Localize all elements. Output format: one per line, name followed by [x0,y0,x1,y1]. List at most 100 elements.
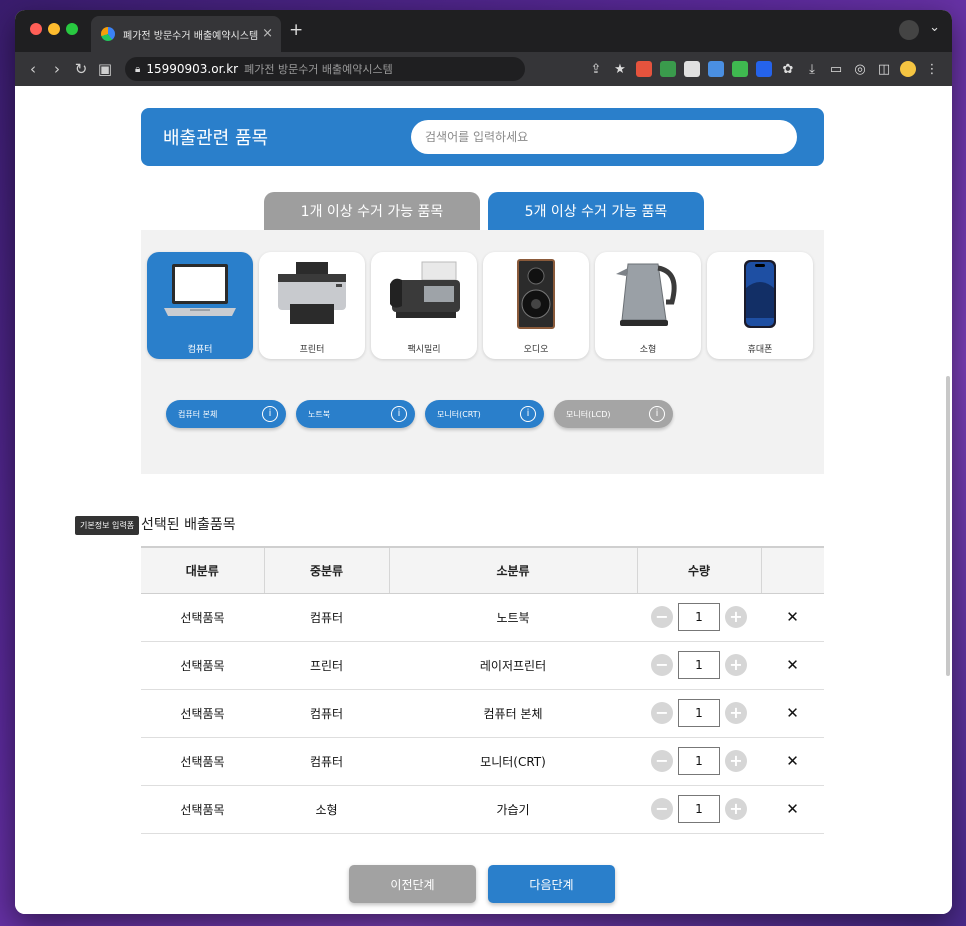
extension-icon[interactable] [660,61,676,77]
extensions-puzzle-icon[interactable]: ✿ [780,62,796,77]
plus-button[interactable]: + [725,750,747,772]
prev-step-button[interactable]: 이전단계 [349,865,476,903]
minus-button[interactable]: − [651,798,673,820]
minus-button[interactable]: − [651,702,673,724]
tab-1-plus[interactable]: 1개 이상 수거 가능 품목 [264,192,480,230]
info-icon[interactable]: i [649,406,665,422]
chevron-down-icon[interactable]: ⌄ [929,20,940,40]
sub-item-monitor-crt[interactable]: 모니터(CRT) i [425,400,544,428]
bookmark-star-icon[interactable]: ★ [612,62,628,77]
minus-button[interactable]: − [651,654,673,676]
new-tab-button[interactable]: + [289,20,303,40]
extension-icon[interactable] [756,61,772,77]
remove-icon[interactable]: ✕ [786,608,799,626]
selected-items-table: 대분류 중분류 소분류 수량 선택품목 컴퓨터 노트북 − + [141,546,824,834]
cell-subcategory: 컴퓨터 [264,689,389,738]
maximize-window-button[interactable] [66,23,78,35]
fax-icon [390,261,460,318]
cell-subcategory: 프린터 [264,641,389,690]
quantity-input[interactable] [678,747,720,775]
cell-subcategory: 소형 [264,785,389,834]
minus-button[interactable]: − [651,750,673,772]
extension-icon[interactable] [636,61,652,77]
notion-icon[interactable]: ▣ [93,60,117,78]
cell-category: 선택품목 [141,641,264,690]
speaker-icon [517,259,555,329]
plus-button[interactable]: + [725,798,747,820]
plus-button[interactable]: + [725,654,747,676]
profile-avatar[interactable] [899,20,920,40]
header-category: 대분류 [141,546,265,594]
quantity-input[interactable] [678,651,720,679]
back-icon[interactable]: ‹ [21,60,45,78]
item-phone[interactable]: 휴대폰 [707,252,813,359]
extension-icon[interactable] [708,61,724,77]
cell-subcategory: 컴퓨터 [264,593,389,642]
remove-icon[interactable]: ✕ [786,752,799,770]
item-small[interactable]: 소형 [595,252,701,359]
extension-icon[interactable] [732,61,748,77]
info-icon[interactable]: i [520,406,536,422]
sub-item-notebook[interactable]: 노트북 i [296,400,415,428]
download-icon[interactable]: ⤓ [804,62,820,77]
extension-icon[interactable] [684,61,700,77]
table-row: 선택품목 컴퓨터 노트북 − + ✕ [141,593,824,642]
forward-icon[interactable]: › [45,60,69,78]
screenshot-icon[interactable]: ◎ [852,62,868,77]
plus-button[interactable]: + [725,702,747,724]
cell-item: 노트북 [389,593,637,642]
table-row: 선택품목 소형 가습기 − + ✕ [141,785,824,834]
minus-button[interactable]: − [651,606,673,628]
quantity-input[interactable] [678,603,720,631]
item-label: 소형 [639,345,657,355]
profile-icon[interactable] [900,61,916,77]
laptop-icon [164,264,236,316]
item-fax[interactable]: 팩시밀리 [371,252,477,359]
info-icon[interactable]: i [391,406,407,422]
item-label: 휴대폰 [747,345,773,355]
minimize-window-button[interactable] [48,23,60,35]
remove-icon[interactable]: ✕ [786,704,799,722]
item-computer[interactable]: 컴퓨터 [147,252,253,359]
remove-icon[interactable]: ✕ [786,800,799,818]
sub-item-label: 컴퓨터 본체 [178,409,218,419]
share-icon[interactable]: ⇪ [588,62,604,77]
item-audio[interactable]: 오디오 [483,252,589,359]
table-row: 선택품목 컴퓨터 모니터(CRT) − + ✕ [141,737,824,786]
quantity-input[interactable] [678,795,720,823]
info-icon[interactable]: i [262,406,278,422]
address-bar[interactable]: 🔒︎ 15990903.or.kr 폐가전 방문수거 배출예약시스템 [125,57,525,81]
url-page-title: 폐가전 방문수거 배출예약시스템 [244,63,393,76]
more-menu-icon[interactable]: ⋮ [924,62,940,77]
url-domain: 15990903.or.kr [146,62,239,76]
sub-item-list: 컴퓨터 본체 i 노트북 i 모니터(CRT) i 모니터(LCD) i [166,400,673,428]
tab-title: 폐가전 방문수거 배출예약시스템 [123,30,259,42]
printer-icon [278,262,346,324]
search-input[interactable] [411,120,797,154]
next-step-button[interactable]: 다음단계 [488,865,615,903]
item-label: 오디오 [523,345,549,355]
item-printer[interactable]: 프린터 [259,252,365,359]
quantity-input[interactable] [678,699,720,727]
page-content: 배출관련 품목 1개 이상 수거 가능 품목 5개 이상 수거 가능 품목 컴퓨… [15,86,952,914]
sub-item-computer-body[interactable]: 컴퓨터 본체 i [166,400,286,428]
sidebar-icon[interactable]: ◫ [876,62,892,77]
cell-item: 모니터(CRT) [389,737,637,786]
sub-item-monitor-lcd[interactable]: 모니터(LCD) i [554,400,673,428]
item-label: 컴퓨터 [187,345,213,355]
title-bar: 폐가전 방문수거 배출예약시스템 × + ⌄ [15,10,952,52]
header-subcategory: 중분류 [264,546,390,594]
lock-icon: 🔒︎ [135,63,141,75]
reload-icon[interactable]: ↻ [69,60,93,78]
tab-5-plus[interactable]: 5개 이상 수거 가능 품목 [488,192,704,230]
scrollbar[interactable] [946,376,950,676]
cast-icon[interactable]: ▭ [828,62,844,77]
tab-close-icon[interactable]: × [262,26,273,41]
header-item: 소분류 [389,546,638,594]
cell-subcategory: 컴퓨터 [264,737,389,786]
plus-button[interactable]: + [725,606,747,628]
header-quantity: 수량 [637,546,762,594]
close-window-button[interactable] [30,23,42,35]
browser-tab[interactable]: 폐가전 방문수거 배출예약시스템 × [91,16,281,52]
remove-icon[interactable]: ✕ [786,656,799,674]
